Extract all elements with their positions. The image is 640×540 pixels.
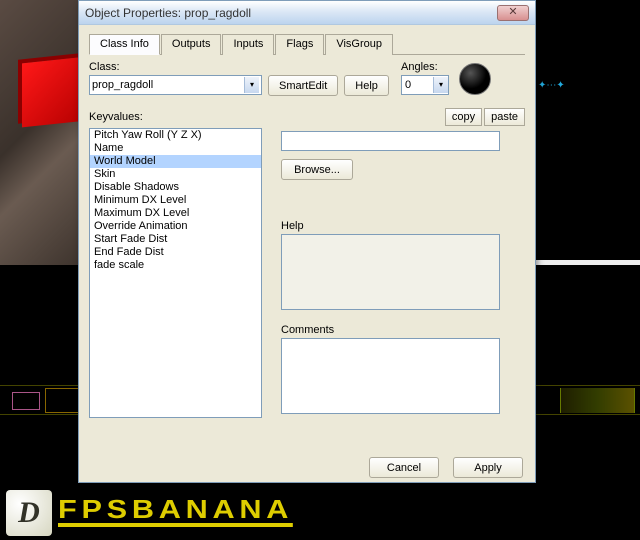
close-button[interactable]: ✕ xyxy=(497,5,529,21)
list-item[interactable]: fade scale xyxy=(90,259,261,272)
brand-logo-icon: D xyxy=(6,490,52,536)
smartedit-button[interactable]: SmartEdit xyxy=(268,75,338,96)
keyvalues-label: Keyvalues: xyxy=(89,111,143,123)
tab-inputs[interactable]: Inputs xyxy=(222,34,274,55)
comments-textarea[interactable] xyxy=(281,338,500,414)
apply-button[interactable]: Apply xyxy=(453,457,523,478)
tab-strip: Class Info Outputs Inputs Flags VisGroup xyxy=(89,33,525,55)
angles-group: Angles: 0 ▾ xyxy=(401,61,521,95)
angles-dropdown[interactable]: 0 ▾ xyxy=(401,75,449,95)
list-item[interactable]: Disable Shadows xyxy=(90,181,261,194)
tab-visgroup[interactable]: VisGroup xyxy=(325,34,393,55)
copy-button[interactable]: copy xyxy=(445,108,482,126)
paste-button[interactable]: paste xyxy=(484,108,525,126)
help-section-label: Help xyxy=(281,220,507,232)
tab-class-info[interactable]: Class Info xyxy=(89,34,160,55)
list-item[interactable]: End Fade Dist xyxy=(90,246,261,259)
list-item[interactable]: Minimum DX Level xyxy=(90,194,261,207)
red-cube xyxy=(22,57,86,128)
list-item[interactable]: Pitch Yaw Roll (Y Z X) xyxy=(90,129,261,142)
chevron-down-icon: ▾ xyxy=(433,77,448,93)
list-item[interactable]: Name xyxy=(90,142,261,155)
value-input[interactable] xyxy=(281,131,500,151)
angle-ball-control[interactable] xyxy=(459,63,491,95)
list-item[interactable]: Skin xyxy=(90,168,261,181)
object-properties-dialog: Object Properties: prop_ragdoll ✕ Class … xyxy=(78,0,536,483)
titlebar[interactable]: Object Properties: prop_ragdoll ✕ xyxy=(79,1,535,25)
class-dropdown[interactable]: prop_ragdoll ▾ xyxy=(89,75,262,95)
brand-name: FPSBANANA xyxy=(58,498,293,527)
class-value: prop_ragdoll xyxy=(92,79,153,91)
dialog-title: Object Properties: prop_ragdoll xyxy=(85,6,251,20)
watermark: D FPSBANANA xyxy=(0,485,380,540)
list-item[interactable]: Override Animation xyxy=(90,220,261,233)
keyvalues-list[interactable]: Pitch Yaw Roll (Y Z X) Name World Model … xyxy=(89,128,262,418)
comments-section-label: Comments xyxy=(281,324,507,336)
list-item[interactable]: Maximum DX Level xyxy=(90,207,261,220)
viewport-marker: ✦⋯✦ xyxy=(538,80,565,91)
help-textarea[interactable] xyxy=(281,234,500,310)
cancel-button[interactable]: Cancel xyxy=(369,457,439,478)
list-item[interactable]: World Model xyxy=(90,155,261,168)
help-button[interactable]: Help xyxy=(344,75,389,96)
browse-button[interactable]: Browse... xyxy=(281,159,353,180)
tab-outputs[interactable]: Outputs xyxy=(161,34,222,55)
tab-flags[interactable]: Flags xyxy=(275,34,324,55)
chevron-down-icon: ▾ xyxy=(244,77,259,93)
angles-value: 0 xyxy=(405,79,411,91)
list-item[interactable]: Start Fade Dist xyxy=(90,233,261,246)
